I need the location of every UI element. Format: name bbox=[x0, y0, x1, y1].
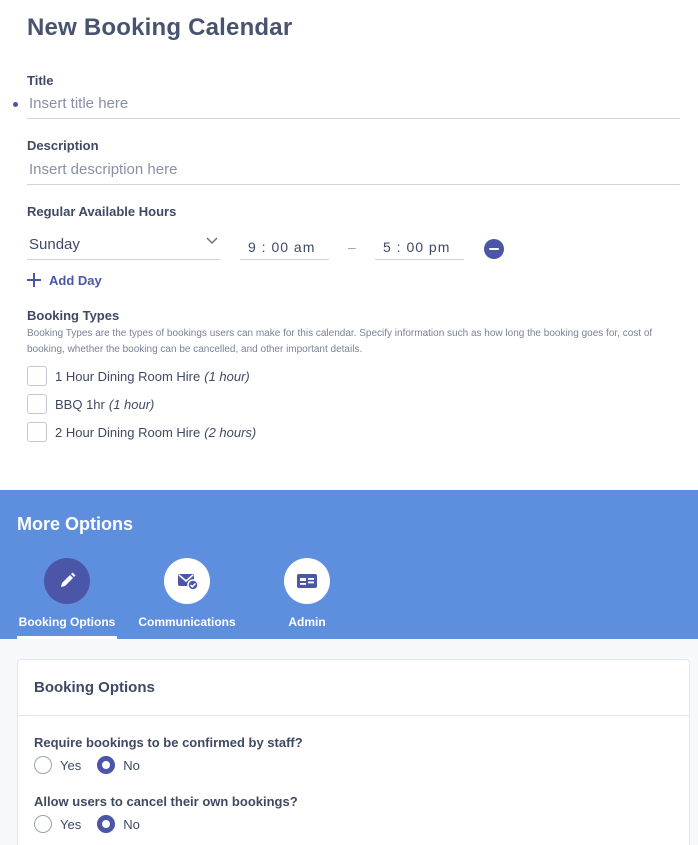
booking-type-duration: (2 hours) bbox=[204, 424, 257, 440]
time-separator: – bbox=[348, 239, 356, 255]
radio-circle[interactable] bbox=[34, 756, 52, 774]
page-title: New Booking Calendar bbox=[27, 14, 293, 41]
radio-circle[interactable] bbox=[34, 815, 52, 833]
add-day-label: Add Day bbox=[49, 272, 102, 288]
plus-icon bbox=[27, 273, 41, 287]
radio-label: No bbox=[123, 757, 140, 773]
tab-communications-label: Communications bbox=[138, 615, 236, 629]
radio-yes[interactable]: Yes bbox=[34, 815, 81, 833]
booking-type-item[interactable]: 1 Hour Dining Room Hire (1 hour) bbox=[27, 366, 250, 386]
booking-type-name: BBQ 1hr bbox=[55, 396, 105, 412]
booking-types-description: Booking Types are the types of bookings … bbox=[27, 328, 653, 355]
tab-communications[interactable]: Communications bbox=[137, 558, 237, 629]
radio-group: Yes No bbox=[34, 756, 156, 774]
radio-no[interactable]: No bbox=[97, 815, 140, 833]
description-label: Description bbox=[27, 138, 99, 153]
radio-label: Yes bbox=[60, 816, 82, 832]
more-options-panel: More Options Booking Options Communicati… bbox=[0, 490, 698, 639]
title-input[interactable] bbox=[27, 89, 680, 119]
id-card-icon bbox=[297, 574, 317, 588]
add-day-button[interactable]: Add Day bbox=[27, 271, 102, 289]
radio-no[interactable]: No bbox=[97, 756, 140, 774]
radio-label: No bbox=[123, 816, 140, 832]
tab-booking-options[interactable]: Booking Options bbox=[17, 558, 117, 629]
radio-yes[interactable]: Yes bbox=[34, 756, 81, 774]
tab-booking-options-label: Booking Options bbox=[18, 615, 116, 629]
start-time-input[interactable]: 9 : 00 am bbox=[240, 236, 329, 260]
day-select-value: Sunday bbox=[29, 236, 80, 253]
mail-check-icon bbox=[178, 574, 199, 591]
tab-admin[interactable]: Admin bbox=[257, 558, 357, 629]
booking-type-item[interactable]: BBQ 1hr (1 hour) bbox=[27, 394, 154, 414]
radio-circle[interactable] bbox=[97, 756, 116, 774]
question-label: Require bookings to be confirmed by staf… bbox=[34, 735, 303, 750]
more-options-title: More Options bbox=[17, 514, 133, 534]
tab-admin-label: Admin bbox=[288, 615, 326, 629]
booking-options-card: Booking Options Require bookings to be c… bbox=[17, 659, 690, 845]
radio-circle[interactable] bbox=[97, 815, 116, 833]
booking-type-duration: (1 hour) bbox=[108, 396, 155, 412]
title-label: Title bbox=[27, 73, 54, 88]
radio-group: Yes No bbox=[34, 815, 156, 833]
required-indicator bbox=[13, 102, 18, 107]
description-input[interactable] bbox=[27, 155, 680, 185]
radio-label: Yes bbox=[60, 757, 82, 773]
checkbox[interactable] bbox=[27, 394, 47, 414]
day-select[interactable]: Sunday bbox=[27, 231, 220, 260]
hours-label: Regular Available Hours bbox=[27, 204, 177, 219]
card-title: Booking Options bbox=[34, 679, 155, 696]
booking-types-label: Booking Types bbox=[27, 308, 120, 323]
checkbox[interactable] bbox=[27, 366, 47, 386]
booking-type-item[interactable]: 2 Hour Dining Room Hire (2 hours) bbox=[27, 422, 256, 442]
pencil-icon bbox=[61, 572, 76, 587]
booking-type-duration: (1 hour) bbox=[204, 368, 250, 384]
question-label: Allow users to cancel their own bookings… bbox=[34, 794, 298, 809]
card-divider bbox=[18, 715, 689, 716]
remove-day-button[interactable] bbox=[484, 239, 504, 259]
booking-type-name: 2 Hour Dining Room Hire bbox=[55, 424, 201, 440]
end-time-input[interactable]: 5 : 00 pm bbox=[375, 236, 464, 260]
checkbox[interactable] bbox=[27, 422, 47, 442]
booking-type-name: 1 Hour Dining Room Hire bbox=[55, 368, 201, 384]
chevron-down-icon bbox=[206, 237, 218, 245]
